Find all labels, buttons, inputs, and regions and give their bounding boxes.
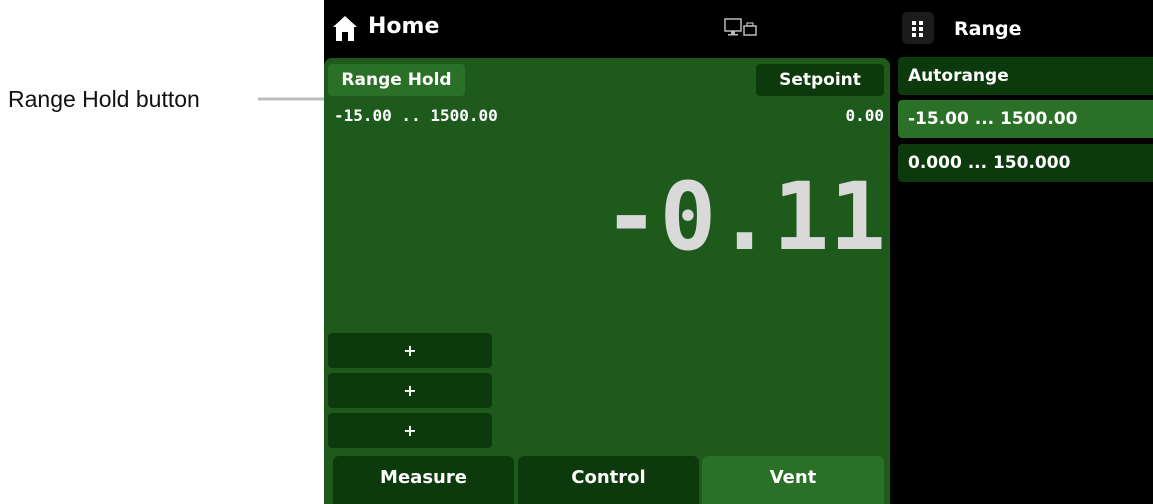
- add-function-button-3[interactable]: +: [328, 413, 492, 448]
- range-hold-callout-label: Range Hold button: [8, 86, 200, 112]
- range-option-150[interactable]: 0.000 ... 150.000: [898, 144, 1153, 182]
- home-icon[interactable]: [332, 14, 358, 42]
- measurement-panel: Range Hold Setpoint -15.00 .. 1500.00 0.…: [324, 58, 890, 504]
- range-option-1500[interactable]: -15.00 ... 1500.00: [898, 100, 1153, 138]
- home-title: Home: [368, 14, 440, 39]
- top-bar: Home Range: [324, 0, 1153, 56]
- range-hold-button[interactable]: Range Hold: [328, 64, 465, 96]
- setpoint-button[interactable]: Setpoint: [756, 64, 884, 96]
- tab-measure[interactable]: Measure: [333, 456, 514, 504]
- menu-grid-icon[interactable]: [902, 12, 934, 44]
- range-option-autorange[interactable]: Autorange: [898, 57, 1153, 95]
- remote-connection-icon: [724, 18, 757, 36]
- current-range-text: -15.00 .. 1500.00: [334, 106, 498, 125]
- range-panel-title: Range: [954, 18, 1022, 40]
- add-function-button-2[interactable]: +: [328, 373, 492, 408]
- device-screen: Home Range Range Hold Setpoint -15.00 ..…: [324, 0, 1153, 504]
- tab-control[interactable]: Control: [518, 456, 699, 504]
- add-function-button-1[interactable]: +: [328, 333, 492, 368]
- pressure-reading: -0.11: [603, 163, 886, 272]
- tab-vent[interactable]: Vent: [702, 456, 884, 504]
- setpoint-value: 0.00: [845, 106, 884, 125]
